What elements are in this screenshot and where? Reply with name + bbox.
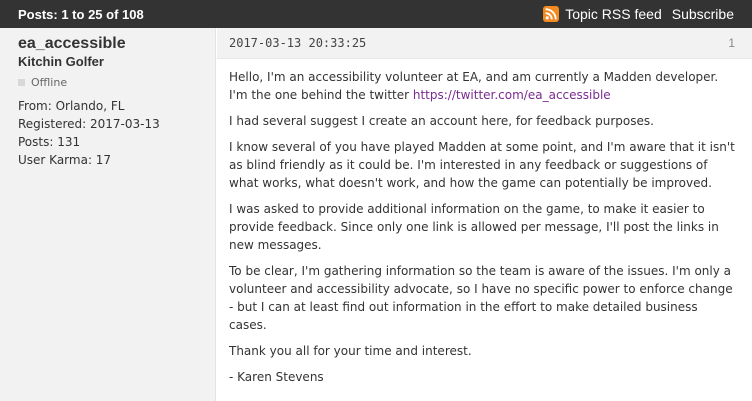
- posts-count: Posts: 1 to 25 of 108: [18, 6, 144, 22]
- author-location: From: Orlando, FL: [18, 99, 125, 113]
- author-panel: ea_accessible Kitchin Golfer Offline Fro…: [0, 28, 216, 401]
- rss-icon[interactable]: [543, 6, 560, 22]
- author-title: Kitchin Golfer: [18, 54, 104, 69]
- topic-toolbar: Posts: 1 to 25 of 108 Topic RSS feed Sub…: [0, 0, 752, 28]
- author-karma: User Karma: 17: [18, 153, 112, 167]
- post-paragraph-2: I had several suggest I create an accoun…: [229, 114, 654, 128]
- author-status: Offline: [18, 76, 215, 89]
- post-paragraph-5: To be clear, I'm gathering information s…: [229, 264, 733, 332]
- author-registered: Registered: 2017-03-13: [18, 117, 160, 131]
- author-username[interactable]: ea_accessible: [18, 35, 215, 52]
- post-number-link[interactable]: 1: [728, 36, 735, 50]
- post-header: 2017-03-13 20:33:25 1: [217, 28, 752, 59]
- post-paragraph-1: Hello, I'm an accessibility volunteer at…: [229, 68, 739, 104]
- post-timestamp: 2017-03-13 20:33:25: [229, 36, 367, 50]
- twitter-link[interactable]: https://twitter.com/ea_accessible: [413, 88, 611, 102]
- subscribe-link[interactable]: Subscribe: [672, 6, 734, 22]
- post-paragraph-6: Thank you all for your time and interest…: [229, 344, 472, 358]
- topic-actions: Topic RSS feed Subscribe: [543, 6, 734, 22]
- author-info: From: Orlando, FL Registered: 2017-03-13…: [18, 97, 215, 169]
- post-body: Hello, I'm an accessibility volunteer at…: [217, 59, 752, 386]
- topic-rss-feed-link[interactable]: Topic RSS feed: [565, 6, 662, 22]
- post-paragraph-3: I know several of you have played Madden…: [229, 140, 735, 190]
- post-signature: - Karen Stevens: [229, 370, 324, 384]
- offline-status-icon: [18, 79, 25, 86]
- forum-post: 2017-03-13 20:33:25 1 Hello, I'm an acce…: [217, 28, 752, 401]
- post-paragraph-4: I was asked to provide additional inform…: [229, 202, 719, 252]
- author-status-label: Offline: [31, 76, 68, 89]
- author-post-count: Posts: 131: [18, 135, 81, 149]
